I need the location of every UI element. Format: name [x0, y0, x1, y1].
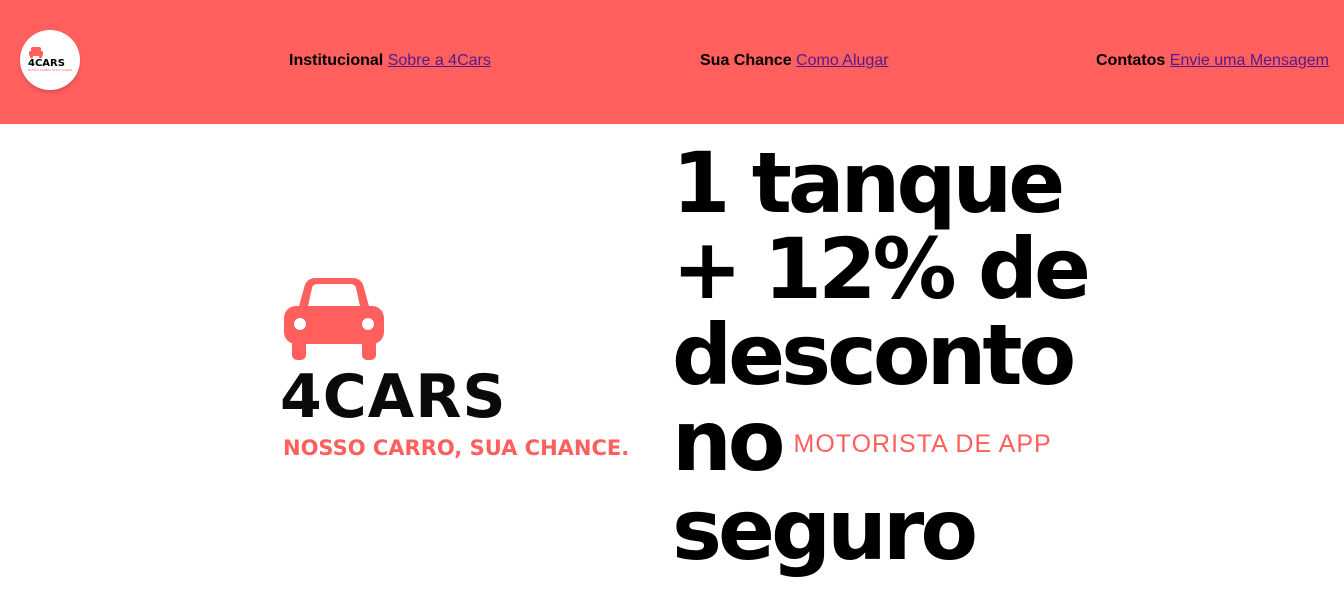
car-icon [29, 47, 43, 58]
headline-line-5: seguro [672, 481, 978, 579]
car-icon [284, 278, 384, 360]
top-navigation-bar: 4CARS NOSSO CARRO, SUA CHANCE. Instituci… [0, 0, 1344, 124]
link-como-alugar[interactable]: Como Alugar [796, 52, 889, 69]
nav-label-sua-chance: Sua Chance [700, 52, 792, 69]
brand-name: 4CARS [280, 362, 507, 432]
nav-institucional: Institucional Sobre a 4Cars [289, 52, 491, 70]
nav-label-institucional: Institucional [289, 52, 384, 69]
link-sobre-a-4cars[interactable]: Sobre a 4Cars [388, 52, 491, 69]
headline-line-1: 1 tanque [672, 134, 1065, 232]
nav-label-contatos: Contatos [1096, 52, 1166, 69]
nav-contatos: Contatos Envie uma Mensagem [1096, 52, 1329, 70]
brand-logo: 4CARS NOSSO CARRO, SUA CHANCE. [280, 276, 640, 466]
brand-tagline: NOSSO CARRO, SUA CHANCE. [283, 436, 630, 460]
link-envie-uma-mensagem[interactable]: Envie uma Mensagem [1170, 52, 1329, 69]
headline-line-2: + 12% de [672, 220, 1091, 318]
headline-line-4: no [672, 392, 785, 490]
subhead-motorista-de-app: MOTORISTA DE APP [793, 430, 1052, 458]
logo[interactable]: 4CARS NOSSO CARRO, SUA CHANCE. [20, 30, 80, 90]
headline-line-3: desconto [672, 306, 1076, 404]
nav-sua-chance: Sua Chance Como Alugar [700, 52, 889, 70]
logo-tagline: NOSSO CARRO, SUA CHANCE. [28, 68, 73, 72]
promo-headline: 1 tanque + 12% de desconto no MOTORISTA D… [672, 140, 1332, 573]
headline-line-4-row: no MOTORISTA DE APP [672, 398, 1332, 487]
logo-graphic: 4CARS NOSSO CARRO, SUA CHANCE. [28, 47, 73, 72]
